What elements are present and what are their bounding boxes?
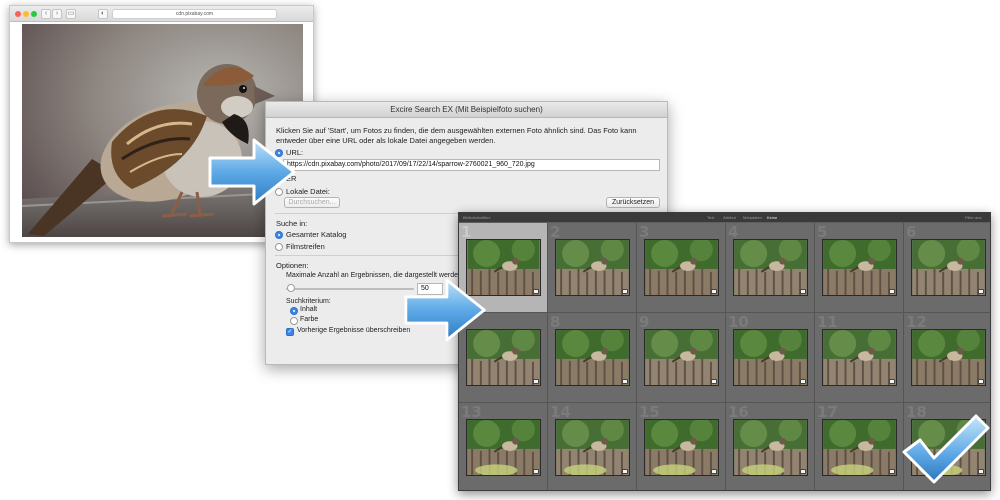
sparrow-thumbnail[interactable] — [733, 239, 808, 296]
thumbnail-badge-icon — [533, 289, 539, 294]
filter-tab-metadata[interactable]: Metadaten — [743, 215, 762, 220]
sparrow-thumbnail[interactable] — [733, 329, 808, 386]
arrow-right-icon — [208, 138, 296, 206]
thumbnail-badge-icon — [800, 379, 806, 384]
grid-cell[interactable]: 11 — [815, 313, 904, 403]
url-input[interactable]: https://cdn.pixabay.com/photo/2017/09/17… — [283, 159, 660, 171]
sparrow-thumbnail[interactable] — [644, 239, 719, 296]
checkmark-icon — [902, 414, 990, 484]
forward-icon[interactable]: › — [52, 9, 62, 19]
filter-off-label[interactable]: Filter aus — [965, 215, 981, 220]
sparrow-thumbnail[interactable] — [822, 329, 897, 386]
close-window-button[interactable] — [15, 11, 21, 17]
zoom-window-button[interactable] — [31, 11, 37, 17]
max-results-slider[interactable] — [286, 288, 414, 290]
filter-tab-none[interactable]: Keine — [767, 215, 777, 220]
library-filter-bar: Bibliotheksfilter: Text Attribut Metadat… — [459, 213, 990, 222]
thumbnail-badge-icon — [889, 469, 895, 474]
filter-tab-text[interactable]: Text — [707, 215, 714, 220]
sparrow-thumbnail[interactable] — [466, 419, 541, 476]
thumbnail-badge-icon — [711, 289, 717, 294]
thumbnail-badge-icon — [711, 379, 717, 384]
max-results-slider-knob[interactable] — [287, 284, 295, 292]
grid-cell[interactable]: 14 — [548, 403, 637, 490]
thumbnail-badge-icon — [800, 289, 806, 294]
sparrow-thumbnail[interactable] — [644, 329, 719, 386]
search-in-label: Suche in: — [276, 219, 308, 228]
overwrite-checkbox[interactable]: ✓ — [286, 328, 294, 336]
grid-cell[interactable]: 2 — [548, 223, 637, 313]
sparrow-thumbnail[interactable] — [822, 419, 897, 476]
arrow-right-icon — [404, 278, 486, 342]
grid-cell[interactable]: 6 — [904, 223, 990, 313]
search-in-catalog-label: Gesamter Katalog — [286, 230, 347, 239]
thumbnail-badge-icon — [711, 469, 717, 474]
grid-cell[interactable]: 15 — [637, 403, 726, 490]
criterion-color-radio[interactable] — [290, 317, 298, 325]
thumbnail-badge-icon — [800, 469, 806, 474]
thumbnail-badge-icon — [533, 469, 539, 474]
sparrow-thumbnail[interactable] — [555, 329, 630, 386]
minimize-window-button[interactable] — [23, 11, 29, 17]
sparrow-thumbnail[interactable] — [555, 239, 630, 296]
reader-icon[interactable]: ◐ — [98, 9, 108, 19]
grid-cell[interactable]: 12 — [904, 313, 990, 403]
thumbnail-badge-icon — [533, 379, 539, 384]
options-label: Optionen: — [276, 261, 309, 270]
sparrow-thumbnail[interactable] — [911, 239, 986, 296]
criterion-content-radio[interactable] — [290, 307, 298, 315]
grid-cell[interactable]: 16 — [726, 403, 815, 490]
sparrow-thumbnail[interactable] — [911, 329, 986, 386]
search-in-filmstrip-label: Filmstreifen — [286, 242, 325, 251]
grid-cell[interactable]: 8 — [548, 313, 637, 403]
search-in-filmstrip-radio[interactable] — [275, 243, 283, 251]
thumbnail-badge-icon — [622, 469, 628, 474]
dialog-intro-text: Klicken Sie auf 'Start', um Fotos zu fin… — [276, 126, 637, 145]
sparrow-thumbnail[interactable] — [555, 419, 630, 476]
thumbnail-badge-icon — [622, 289, 628, 294]
grid-cell[interactable]: 9 — [637, 313, 726, 403]
grid-cell[interactable]: 5 — [815, 223, 904, 313]
browser-toolbar: ‹ › ▭ ◐ cdn.pixabay.com — [10, 6, 313, 22]
back-icon[interactable]: ‹ — [41, 9, 51, 19]
sparrow-thumbnail[interactable] — [822, 239, 897, 296]
library-filter-label: Bibliotheksfilter: — [463, 215, 492, 220]
thumbnail-badge-icon — [978, 289, 984, 294]
overwrite-label: Vorherige Ergebnisse überschreiben — [297, 327, 411, 334]
grid-cell[interactable]: 3 — [637, 223, 726, 313]
reset-button[interactable]: Zurücksetzen — [606, 197, 660, 208]
address-bar[interactable]: cdn.pixabay.com — [112, 9, 277, 19]
dialog-title: Excire Search EX (Mit Beispielfoto suche… — [266, 102, 667, 118]
criterion-content-label: Inhalt — [300, 306, 318, 313]
criterion-label: Suchkriterium: — [286, 298, 331, 305]
thumbnail-badge-icon — [978, 379, 984, 384]
thumbnail-badge-icon — [622, 379, 628, 384]
criterion-color-label: Farbe — [300, 316, 319, 323]
grid-cell[interactable]: 17 — [815, 403, 904, 490]
sidebar-icon[interactable]: ▭ — [66, 9, 76, 19]
grid-cell[interactable]: 13 — [459, 403, 548, 490]
filter-tab-attribute[interactable]: Attribut — [723, 215, 736, 220]
thumbnail-badge-icon — [889, 379, 895, 384]
sparrow-thumbnail[interactable] — [644, 419, 719, 476]
grid-cell[interactable]: 10 — [726, 313, 815, 403]
sparrow-thumbnail[interactable] — [733, 419, 808, 476]
grid-cell[interactable]: 4 — [726, 223, 815, 313]
thumbnail-badge-icon — [889, 289, 895, 294]
search-in-catalog-radio[interactable] — [275, 231, 283, 239]
